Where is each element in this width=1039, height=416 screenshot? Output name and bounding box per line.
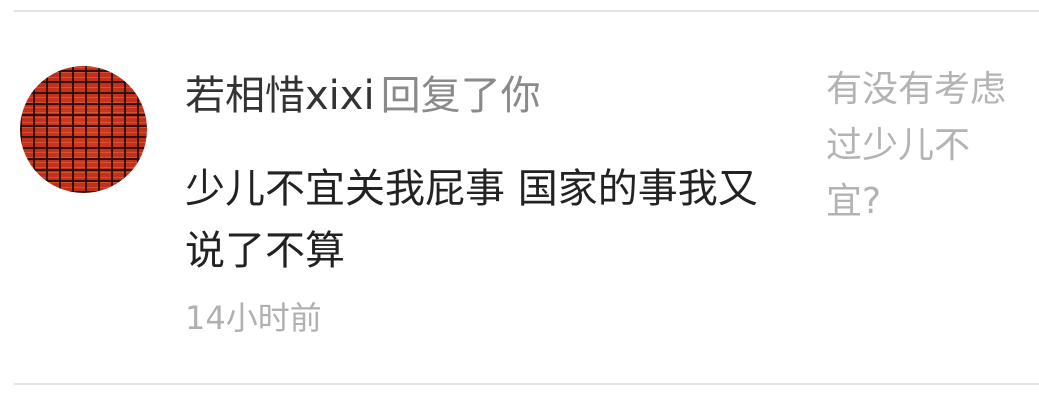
sender-line: 若相惜xixi 回复了你 (185, 70, 541, 122)
action-text: 回复了你 (380, 73, 541, 119)
original-comment-preview[interactable]: 有没有考虑过少儿不宜? (826, 62, 1016, 230)
bottom-divider (14, 383, 1039, 385)
reply-notification-item[interactable]: 若相惜xixi 回复了你 少儿不宜关我屁事 国家的事我又说了不算 14小时前 有没… (0, 0, 1039, 416)
username-link[interactable]: 若相惜xixi (185, 73, 375, 119)
avatar[interactable] (20, 66, 147, 193)
timestamp: 14小时前 (185, 299, 322, 337)
reply-content: 少儿不宜关我屁事 国家的事我又说了不算 (185, 166, 758, 274)
